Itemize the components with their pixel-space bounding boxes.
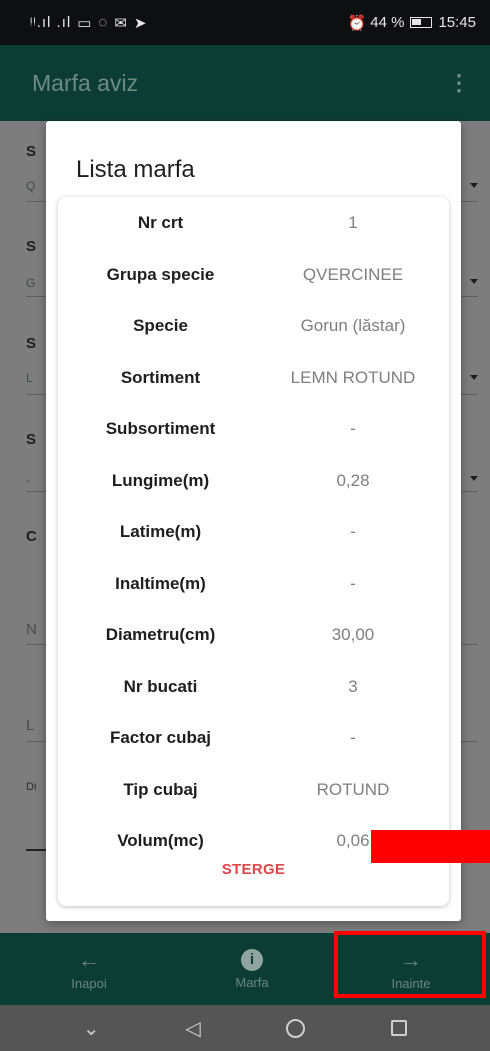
detail-label: Tip cubaj — [123, 780, 198, 799]
dropdown-caret-icon — [470, 183, 478, 188]
home-icon[interactable] — [286, 1018, 306, 1038]
item-card: Nr crt 1 Grupa specie QVERCINEE Specie G… — [58, 197, 449, 906]
detail-value: QVERCINEE — [302, 265, 404, 284]
back-triangle-icon[interactable]: ◁ — [185, 1016, 200, 1041]
dropdown-caret-icon — [470, 476, 478, 481]
detail-row: Diametru(cm) 30,00 — [58, 609, 449, 661]
detail-row: Grupa specie QVERCINEE — [58, 249, 449, 301]
detail-value: LEMN ROTUND — [290, 368, 416, 387]
detail-label: Subsortiment — [105, 419, 216, 438]
detail-label: Factor cubaj — [109, 728, 212, 747]
detail-label: Inaltime(m) — [115, 574, 206, 593]
status-bar: ᵎᵎ.ıl .ıl ▭ ◌ ✉ ➤ ⏰ 44 % 15:45 — [0, 0, 490, 45]
detail-value: 1 — [348, 213, 358, 232]
redaction-bar — [371, 830, 490, 863]
nav-marfa-button[interactable]: i Marfa — [197, 933, 307, 1005]
bottom-nav: ← Inapoi i Marfa → Inainte — [0, 933, 490, 1005]
detail-value: 30,00 — [331, 625, 375, 644]
form-value: N — [26, 621, 37, 638]
detail-value: - — [350, 574, 356, 593]
detail-value: Gorun (lăstar) — [300, 316, 406, 335]
form-label: S — [26, 431, 37, 448]
sim-icon: ▭ — [77, 14, 93, 32]
detail-row: Inaltime(m) - — [58, 558, 449, 610]
form-label: S — [26, 143, 37, 160]
clock: 15:45 — [438, 14, 476, 31]
dropdown-caret-icon — [470, 375, 478, 380]
detail-label: Grupa specie — [106, 265, 215, 284]
nav-marfa-label: Marfa — [235, 974, 269, 990]
mail-icon: ✉ — [114, 14, 128, 32]
form-value: L — [26, 371, 33, 385]
app-bar: Marfa aviz ⋮ — [0, 45, 490, 121]
detail-label: Nr bucati — [123, 677, 198, 696]
nav-next-button[interactable]: → Inainte — [356, 933, 466, 1005]
detail-label: Sortiment — [120, 368, 201, 387]
detail-value: 0,28 — [336, 471, 370, 490]
form-value: - — [26, 473, 30, 487]
detail-label: Specie — [133, 316, 188, 335]
list-dialog: Lista marfa Nr crt 1 Grupa specie QVERCI… — [46, 121, 461, 921]
alarm-icon: ⏰ — [347, 14, 367, 32]
detail-row: Tip cubaj ROTUND — [58, 764, 449, 816]
page-title: Marfa aviz — [32, 69, 139, 96]
detail-row: Sortiment LEMN ROTUND — [58, 352, 449, 404]
form-value: Q — [26, 179, 36, 193]
detail-value: - — [350, 522, 356, 541]
overflow-menu-icon[interactable]: ⋮ — [448, 72, 470, 94]
delete-button[interactable]: STERGE — [58, 861, 449, 878]
detail-label: Diametru(cm) — [105, 625, 216, 644]
detail-row: Factor cubaj - — [58, 712, 449, 764]
detail-row: Nr bucati 3 — [58, 661, 449, 713]
detail-row: Nr crt 1 — [58, 197, 449, 249]
detail-value: 3 — [348, 677, 358, 696]
collapse-icon[interactable]: ⌄ — [83, 1016, 100, 1041]
nav-next-label: Inainte — [391, 975, 431, 991]
detail-value: - — [350, 419, 356, 438]
detail-value: - — [350, 728, 356, 747]
send-icon: ➤ — [133, 14, 148, 32]
arrow-right-icon: → — [400, 946, 422, 972]
dialog-title: Lista marfa — [76, 156, 195, 183]
detail-label: Nr crt — [137, 213, 184, 232]
battery-icon — [410, 17, 433, 28]
info-icon: i — [241, 948, 263, 971]
status-left: ᵎᵎ.ıl .ıl ▭ ◌ ✉ ➤ — [30, 14, 148, 32]
status-right: ⏰ 44 % 15:45 — [348, 14, 476, 32]
form-value: L — [26, 717, 35, 734]
battery-percent: 44 % — [370, 14, 405, 31]
form-label: C — [26, 528, 37, 545]
detail-label: Latime(m) — [119, 522, 202, 541]
dropdown-caret-icon — [470, 279, 478, 284]
nav-back-label: Inapoi — [71, 975, 107, 991]
detail-value: ROTUND — [316, 780, 390, 799]
system-nav: ⌄ ◁ — [0, 1005, 490, 1051]
recents-icon[interactable] — [391, 1020, 408, 1036]
detail-row: Subsortiment - — [58, 403, 449, 455]
arrow-left-icon: ← — [78, 946, 100, 972]
form-label: S — [26, 335, 37, 352]
form-value: Di — [26, 781, 37, 793]
nav-back-button[interactable]: ← Inapoi — [34, 933, 144, 1005]
detail-row: Lungime(m) 0,28 — [58, 455, 449, 507]
detail-label: Volum(mc) — [117, 831, 204, 850]
whatsapp-icon: ◌ — [98, 14, 109, 31]
detail-label: Lungime(m) — [111, 471, 210, 490]
form-label: S — [26, 238, 37, 255]
form-value: G — [26, 276, 36, 290]
signal-icon: ᵎᵎ.ıl .ıl — [30, 14, 72, 31]
detail-row: Latime(m) - — [58, 506, 449, 558]
detail-row: Specie Gorun (lăstar) — [58, 300, 449, 352]
